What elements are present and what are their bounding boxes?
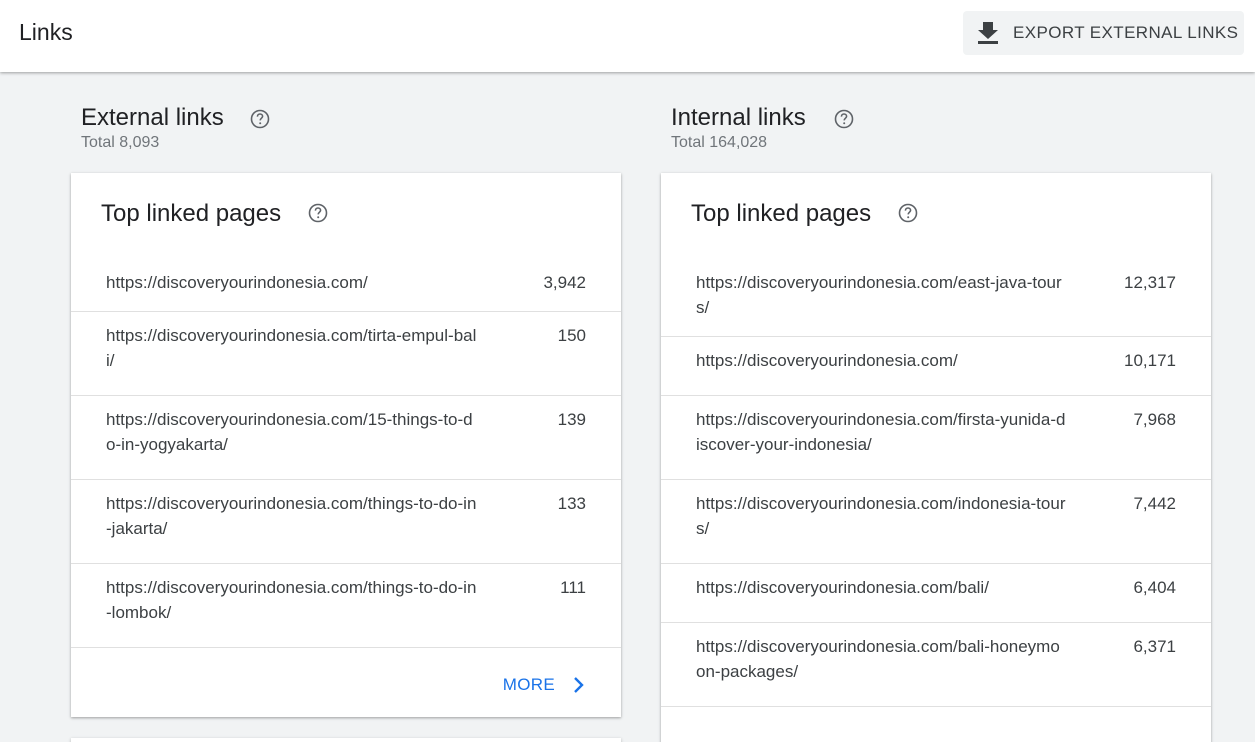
list-item[interactable]: https://discoveryourindonesia.com/indone… [661, 480, 1211, 564]
help-icon[interactable] [308, 203, 328, 223]
link-count: 3,942 [543, 273, 586, 292]
internal-links-total: Total 164,028 [671, 134, 768, 151]
help-icon[interactable] [834, 109, 854, 129]
internal-links-title: Internal links [671, 104, 806, 131]
more-button-label: MORE [502, 675, 555, 694]
external-links-header: External links Total 8,093 [81, 104, 270, 152]
link-count: 139 [557, 410, 586, 429]
next-card [71, 738, 621, 742]
link-url: https://discoveryourindonesia.com/ [106, 273, 368, 292]
external-links-total: Total 8,093 [81, 134, 160, 151]
link-count: 10,171 [1124, 351, 1176, 370]
top-app-bar: Links EXPORT EXTERNAL LINKS [0, 0, 1255, 72]
chevron-right-icon [574, 677, 584, 693]
link-url: https://discoveryourindonesia.com/tirta-… [106, 326, 477, 370]
link-url: https://discoveryourindonesia.com/indone… [696, 494, 1066, 538]
link-count: 12,317 [1124, 273, 1176, 292]
page-title: Links [19, 19, 73, 45]
list-item[interactable]: https://discoveryourindonesia.com/tirta-… [71, 312, 621, 396]
link-url: https://discoveryourindonesia.com/east-j… [696, 273, 1062, 317]
link-url: https://discoveryourindonesia.com/15-thi… [106, 410, 473, 454]
link-count: 133 [557, 494, 586, 513]
more-button[interactable]: MORE [503, 675, 585, 695]
list-item[interactable]: https://discoveryourindonesia.com/15-thi… [71, 396, 621, 480]
external-links-list: https://discoveryourindonesia.com/ 3,942… [71, 259, 621, 648]
link-count: 7,968 [1133, 410, 1176, 429]
link-url: https://discoveryourindonesia.com/firsta… [696, 410, 1066, 454]
link-count: 7,442 [1133, 494, 1176, 513]
link-url: https://discoveryourindonesia.com/things… [106, 494, 477, 538]
external-top-linked-pages-card: Top linked pages https://discoveryourind… [71, 173, 621, 717]
card-title: Top linked pages [101, 200, 282, 227]
link-url: https://discoveryourindonesia.com/bali/ [696, 578, 989, 597]
internal-top-linked-pages-card: Top linked pages https://discoveryourind… [661, 173, 1211, 742]
list-item[interactable]: https://discoveryourindonesia.com/firsta… [661, 396, 1211, 480]
link-url: https://discoveryourindonesia.com/things… [106, 578, 477, 622]
internal-links-list: https://discoveryourindonesia.com/east-j… [661, 259, 1211, 707]
link-count: 6,371 [1133, 637, 1176, 656]
link-count: 111 [560, 578, 586, 597]
export-external-links-button[interactable]: EXPORT EXTERNAL LINKS [963, 11, 1244, 55]
list-item[interactable]: https://discoveryourindonesia.com/bali-h… [661, 623, 1211, 707]
list-item[interactable]: https://discoveryourindonesia.com/ 3,942 [71, 259, 621, 312]
link-url: https://discoveryourindonesia.com/ [696, 351, 958, 370]
internal-links-header: Internal links Total 164,028 [671, 104, 854, 152]
list-item[interactable]: https://discoveryourindonesia.com/bali/ … [661, 564, 1211, 623]
list-item[interactable]: https://discoveryourindonesia.com/ 10,17… [661, 337, 1211, 396]
help-icon[interactable] [250, 109, 270, 129]
download-icon [978, 22, 998, 44]
external-links-title: External links [81, 104, 224, 131]
help-icon[interactable] [898, 203, 918, 223]
export-button-label: EXPORT EXTERNAL LINKS [1013, 23, 1239, 42]
list-item[interactable]: https://discoveryourindonesia.com/things… [71, 564, 621, 648]
list-item[interactable]: https://discoveryourindonesia.com/things… [71, 480, 621, 564]
link-url: https://discoveryourindonesia.com/bali-h… [696, 637, 1060, 681]
card-title: Top linked pages [691, 200, 872, 227]
list-item[interactable]: https://discoveryourindonesia.com/east-j… [661, 259, 1211, 337]
link-count: 150 [557, 326, 586, 345]
link-count: 6,404 [1133, 578, 1176, 597]
